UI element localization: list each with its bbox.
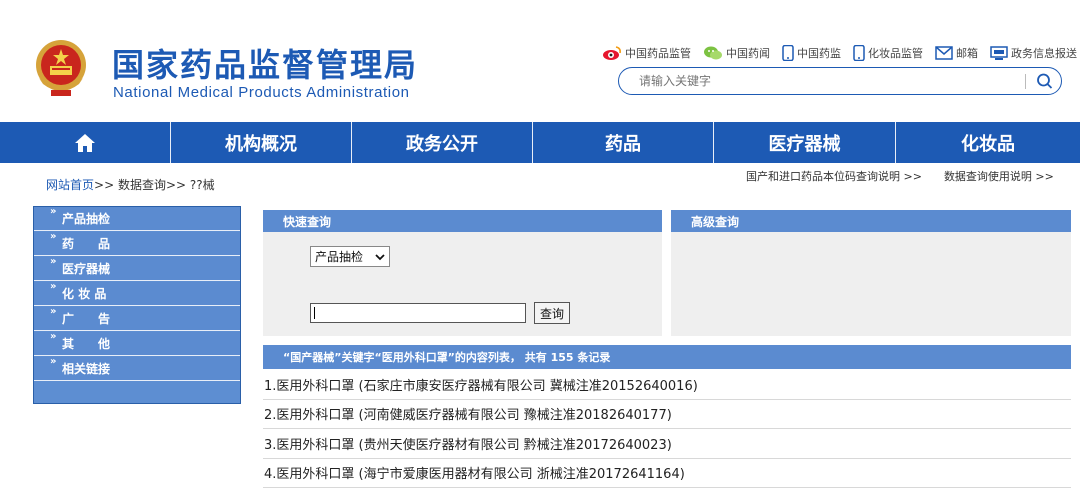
toplink-mobile-1[interactable]: 中国药监 <box>782 45 841 61</box>
sidebar-item-huazhuangpin[interactable]: » 化 妆 品 <box>34 282 240 306</box>
results-header: “国产器械”关键字“医用外科口罩”的内容列表， 共有 155 条记录 <box>263 345 1071 369</box>
result-row[interactable]: 4.医用外科口罩 (海宁市爱康医用器材有限公司 浙械注准20172641164) <box>263 459 1071 488</box>
toplink-weibo[interactable]: 中国药品监管 <box>602 45 691 61</box>
sidebar-item-label: 其 他 <box>62 337 111 351</box>
home-icon <box>75 133 95 152</box>
site-search <box>618 67 1062 95</box>
nav-item-jigou[interactable]: 机构概况 <box>171 122 352 163</box>
double-chevron-icon: » <box>50 231 57 242</box>
top-links: 中国药品监管 中国药闻 中国药监 化妆品监管 邮箱 政务信息报送 <box>602 44 1080 62</box>
search-divider <box>1025 74 1026 89</box>
advanced-search-title[interactable]: 高级查询 <box>671 210 1071 232</box>
sidebar-item-yaopin[interactable]: » 药 品 <box>34 232 240 256</box>
mail-icon <box>935 46 953 60</box>
site-header: 国家药品监督管理局 National Medical Products Admi… <box>0 0 1080 122</box>
breadcrumb-home-link[interactable]: 网站首页 <box>46 178 94 192</box>
chevron-down-icon <box>375 254 385 261</box>
toplink-report[interactable]: 政务信息报送 <box>990 45 1077 61</box>
toplink-label: 中国药监 <box>797 47 841 60</box>
double-chevron-icon: » <box>50 281 57 292</box>
result-row[interactable]: 3.医用外科口罩 (贵州天使医疗器材有限公司 黔械注准20172640023) <box>263 429 1071 459</box>
sidebar-item-label: 药 品 <box>62 237 111 251</box>
toplink-mobile-2[interactable]: 化妆品监管 <box>853 45 923 61</box>
toplink-label: 政务信息报送 <box>1011 47 1077 60</box>
search-icon[interactable] <box>1035 72 1055 90</box>
monitor-icon <box>990 45 1008 60</box>
double-chevron-icon: » <box>50 306 57 317</box>
mobile-icon <box>782 45 794 61</box>
keyword-input[interactable] <box>310 303 526 323</box>
sidebar-item-chouji[interactable]: » 产品抽检 <box>34 207 240 231</box>
double-chevron-icon: » <box>50 206 57 217</box>
sidebar-item-guanggao[interactable]: » 广 告 <box>34 307 240 331</box>
query-button[interactable]: 查询 <box>534 302 570 324</box>
advanced-search-panel: 高级查询 <box>671 210 1071 336</box>
quick-search-panel: 快速查询 产品抽检 查询 <box>263 210 662 336</box>
quick-search-title: 快速查询 <box>263 210 662 232</box>
sidebar: » 产品抽检 » 药 品 » 医疗器械 » 化 妆 品 » 广 告 » 其 他 » 相关链接 <box>33 206 241 404</box>
toplink-label: 中国药品监管 <box>625 47 691 60</box>
result-row[interactable]: 1.医用外科口罩 (石家庄市康安医疗器械有限公司 冀械注准20152640016… <box>263 370 1071 400</box>
breadcrumb: 网站首页>> 数据查询>> ??械 <box>46 176 215 193</box>
toplink-label: 化妆品监管 <box>868 47 923 60</box>
breadcrumb-rest: >> 数据查询>> ??械 <box>94 178 215 192</box>
help-links: 国产和进口药品本位码查询说明 >> 数据查询使用说明 >> <box>746 168 1076 184</box>
national-emblem-logo <box>36 40 86 96</box>
mobile-icon <box>853 45 865 61</box>
site-title-cn: 国家药品监督管理局 <box>112 46 419 84</box>
sidebar-item-label: 广 告 <box>62 312 111 326</box>
toplink-wechat[interactable]: 中国药闻 <box>703 45 770 61</box>
double-chevron-icon: » <box>50 356 57 367</box>
sidebar-item-label: 相关链接 <box>62 362 111 376</box>
category-select[interactable]: 产品抽检 <box>310 246 390 267</box>
help-link-usage[interactable]: 数据查询使用说明 >> <box>944 168 1054 184</box>
sidebar-item-label: 化 妆 品 <box>62 287 107 301</box>
sidebar-item-qixie[interactable]: » 医疗器械 <box>34 257 240 281</box>
toplink-mail[interactable]: 邮箱 <box>935 45 978 61</box>
sidebar-item-label: 医疗器械 <box>62 262 111 276</box>
double-chevron-icon: » <box>50 331 57 342</box>
results-list: 1.医用外科口罩 (石家庄市康安医疗器械有限公司 冀械注准20152640016… <box>263 370 1071 488</box>
toplink-label: 中国药闻 <box>726 47 770 60</box>
nav-item-huazhuangpin[interactable]: 化妆品 <box>896 122 1080 163</box>
weibo-icon <box>603 46 621 60</box>
nav-home[interactable] <box>0 122 171 163</box>
wechat-icon <box>704 46 722 60</box>
nav-item-qixie[interactable]: 医疗器械 <box>714 122 896 163</box>
help-link-code-query[interactable]: 国产和进口药品本位码查询说明 >> <box>746 168 922 184</box>
nav-item-zhengwu[interactable]: 政务公开 <box>352 122 533 163</box>
text-caret <box>314 307 315 319</box>
toplink-label: 邮箱 <box>956 47 978 60</box>
nav-item-yaopin[interactable]: 药品 <box>533 122 714 163</box>
main-nav: 机构概况 政务公开 药品 医疗器械 化妆品 <box>0 122 1080 163</box>
category-select-value: 产品抽检 <box>315 250 364 264</box>
sidebar-item-label: 产品抽检 <box>62 212 111 226</box>
sidebar-item-links[interactable]: » 相关链接 <box>34 357 240 381</box>
sidebar-item-qita[interactable]: » 其 他 <box>34 332 240 356</box>
result-row[interactable]: 2.医用外科口罩 (河南健威医疗器械有限公司 豫械注准20182640177) <box>263 400 1071 429</box>
double-chevron-icon: » <box>50 256 57 267</box>
site-title-en: National Medical Products Administration <box>113 84 410 101</box>
search-input[interactable] <box>639 73 999 89</box>
